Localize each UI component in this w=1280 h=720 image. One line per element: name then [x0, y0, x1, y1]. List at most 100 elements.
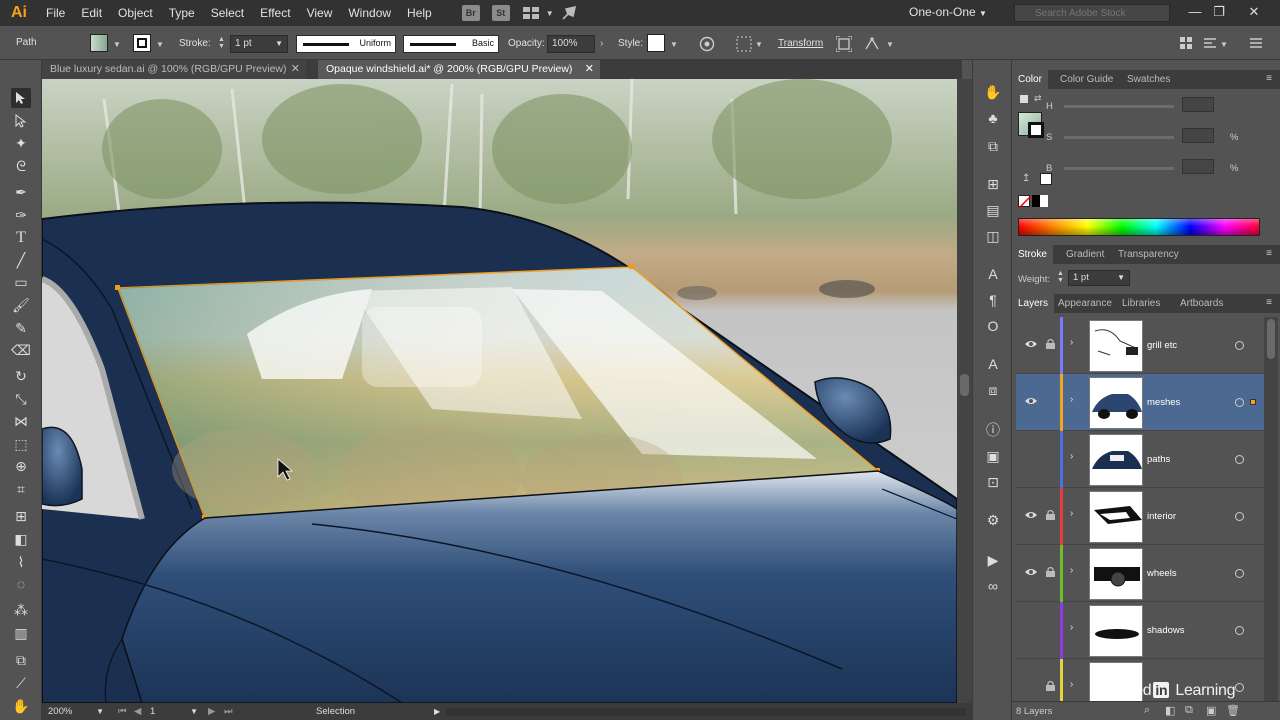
- weight-field[interactable]: 1 pt ▼: [1068, 270, 1130, 286]
- saturation-slider[interactable]: [1064, 136, 1174, 139]
- restore-icon[interactable]: ❐: [1210, 3, 1228, 21]
- layer-row[interactable]: › grill etc: [1016, 317, 1264, 374]
- menu-window[interactable]: Window: [340, 0, 399, 26]
- artboard-tool-icon[interactable]: ⧉: [11, 650, 31, 670]
- zoom-dropdown[interactable]: 200% ▼: [48, 705, 104, 718]
- arrange-icon[interactable]: [1180, 37, 1192, 49]
- type-tool-icon[interactable]: T: [11, 228, 31, 248]
- eye-icon[interactable]: [1025, 396, 1037, 406]
- layer-target-icon[interactable]: [1235, 569, 1244, 578]
- layers-scrollbar-thumb[interactable]: [1267, 319, 1275, 359]
- stroke-weight-stepper[interactable]: ▲ ▼: [218, 36, 225, 50]
- layer-target-icon[interactable]: [1235, 398, 1244, 407]
- layers-panel-menu-icon[interactable]: ≡: [1266, 297, 1272, 308]
- last-artboard-icon[interactable]: ⏭: [224, 705, 233, 718]
- align-panel-icon[interactable]: ⊞: [983, 174, 1003, 194]
- actions-play-icon[interactable]: ▶: [983, 550, 1003, 570]
- close-tab-icon[interactable]: ✕: [585, 60, 594, 79]
- scale-tool-icon[interactable]: ⤡: [11, 389, 31, 409]
- tab-color[interactable]: Color: [1012, 70, 1048, 89]
- menu-file[interactable]: File: [38, 0, 73, 26]
- scrollbar-thumb[interactable]: [960, 374, 969, 396]
- selection-tool-icon[interactable]: [11, 88, 31, 108]
- brush-definition[interactable]: Basic: [403, 35, 499, 53]
- expand-layer-icon[interactable]: ›: [1070, 337, 1073, 348]
- column-graph-tool-icon[interactable]: ▥: [11, 623, 31, 643]
- fill-swatch[interactable]: [90, 34, 108, 52]
- symbols-icon[interactable]: ♣: [983, 108, 1003, 128]
- stroke-color-swatch[interactable]: [1028, 122, 1044, 138]
- new-sublayer-icon[interactable]: ⧉: [1185, 704, 1193, 717]
- paragraph-icon[interactable]: ¶: [983, 290, 1003, 310]
- transform-link[interactable]: Transform: [778, 38, 823, 49]
- layer-target-icon[interactable]: [1235, 683, 1244, 692]
- hand-tool-icon[interactable]: ✋: [11, 696, 31, 716]
- opacity-field[interactable]: 100%: [547, 35, 595, 53]
- paintbrush-tool-icon[interactable]: 🖌: [11, 295, 31, 315]
- perspective-grid-tool-icon[interactable]: ⌗: [11, 479, 31, 499]
- gpu-rocket-icon[interactable]: [560, 5, 578, 21]
- weight-stepper[interactable]: ▲ ▼: [1057, 270, 1064, 284]
- eye-icon[interactable]: [1025, 567, 1037, 577]
- free-transform-tool-icon[interactable]: ⬚: [11, 434, 31, 454]
- eye-icon[interactable]: [1025, 510, 1037, 520]
- tab-transparency[interactable]: Transparency: [1112, 245, 1185, 264]
- chain-link-icon[interactable]: ∞: [983, 576, 1003, 596]
- tab-opaque-windshield[interactable]: Opaque windshield.ai* @ 200% (RGB/GPU Pr…: [318, 60, 600, 79]
- layer-name[interactable]: interior: [1147, 511, 1176, 522]
- opentype-icon[interactable]: O: [983, 316, 1003, 336]
- tab-libraries[interactable]: Libraries: [1116, 294, 1166, 313]
- align-dropdown-icon[interactable]: ▼: [755, 40, 763, 49]
- links-icon[interactable]: ⧈: [983, 380, 1003, 400]
- expand-layer-icon[interactable]: ›: [1070, 622, 1073, 633]
- lock-icon[interactable]: [1046, 338, 1055, 349]
- tab-swatches[interactable]: Swatches: [1121, 70, 1176, 89]
- control-panel-menu-icon[interactable]: [1250, 37, 1262, 49]
- transform-panel-icon[interactable]: ▤: [983, 200, 1003, 220]
- shape-builder-tool-icon[interactable]: ⊕: [11, 456, 31, 476]
- make-clipping-mask-icon[interactable]: ◧: [1165, 704, 1175, 717]
- lock-toggle[interactable]: [1046, 452, 1055, 463]
- document-setup-icon[interactable]: [1203, 36, 1217, 50]
- gradient-tool-icon[interactable]: ◧: [11, 529, 31, 549]
- tab-appearance[interactable]: Appearance: [1052, 294, 1118, 313]
- layer-row[interactable]: › paths: [1016, 431, 1264, 488]
- style-dropdown-icon[interactable]: ▼: [670, 40, 678, 49]
- layer-row[interactable]: › meshes: [1016, 374, 1264, 431]
- menu-select[interactable]: Select: [203, 0, 252, 26]
- expand-layer-icon[interactable]: ›: [1070, 508, 1073, 519]
- align-icon[interactable]: [736, 36, 752, 52]
- magic-wand-tool-icon[interactable]: ✦: [11, 133, 31, 153]
- new-layer-icon[interactable]: ▣: [1206, 704, 1216, 717]
- blend-tool-icon[interactable]: ◌: [11, 574, 31, 594]
- layer-row[interactable]: › wheels: [1016, 545, 1264, 602]
- info-icon[interactable]: ⓘ: [983, 420, 1003, 440]
- stroke-swatch[interactable]: [133, 34, 151, 52]
- layers-scrollbar[interactable]: [1264, 317, 1278, 701]
- lock-toggle[interactable]: [1046, 623, 1055, 634]
- stock-icon[interactable]: St: [491, 5, 510, 21]
- stroke-weight-field[interactable]: 1 pt ▼: [230, 35, 288, 53]
- bridge-icon[interactable]: Br: [461, 5, 480, 21]
- more-options-dropdown-icon[interactable]: ▼: [886, 40, 894, 49]
- hue-field[interactable]: [1182, 97, 1214, 112]
- artboard-canvas[interactable]: [42, 79, 957, 703]
- tab-stroke[interactable]: Stroke: [1012, 245, 1053, 264]
- web-safe-color-swatch[interactable]: [1040, 173, 1052, 185]
- menu-object[interactable]: Object: [110, 0, 161, 26]
- close-icon[interactable]: ✕: [1245, 3, 1263, 21]
- layer-name[interactable]: shadows: [1147, 625, 1185, 636]
- out-of-gamut-icon[interactable]: ↥: [1022, 173, 1030, 184]
- expand-layer-icon[interactable]: ›: [1070, 679, 1073, 690]
- layer-target-icon[interactable]: [1235, 512, 1244, 521]
- vertical-scrollbar[interactable]: [957, 79, 972, 703]
- tab-blue-luxury-sedan[interactable]: Blue luxury sedan.ai @ 100% (RGB/GPU Pre…: [42, 60, 306, 79]
- next-artboard-icon[interactable]: ▶: [208, 705, 215, 718]
- delete-layer-icon[interactable]: 🗑: [1226, 704, 1240, 717]
- stroke-dropdown-icon[interactable]: ▼: [156, 40, 164, 49]
- slice-tool-icon[interactable]: ⟋: [11, 673, 31, 693]
- document-setup-dropdown-icon[interactable]: ▼: [1220, 40, 1228, 49]
- brightness-field[interactable]: [1182, 159, 1214, 174]
- white-swatch[interactable]: [1040, 195, 1048, 207]
- layer-target-icon[interactable]: [1235, 455, 1244, 464]
